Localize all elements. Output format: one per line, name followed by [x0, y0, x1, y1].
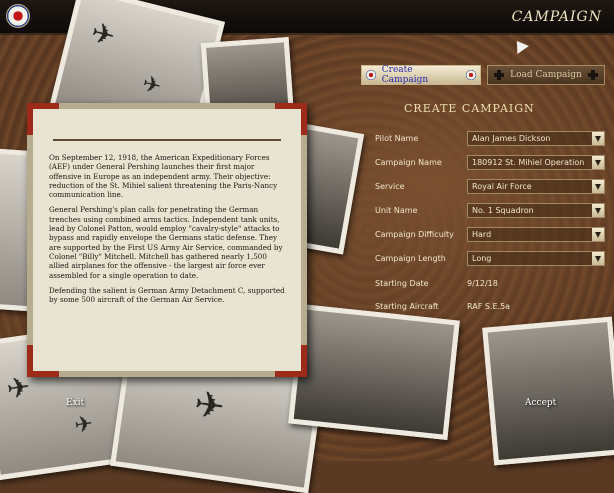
- load-campaign-label: Load Campaign: [510, 70, 582, 80]
- briefing-paragraph: Defending the salient is German Army Det…: [49, 285, 285, 305]
- campaign-length-label: Campaign Length: [375, 254, 446, 263]
- starting-aircraft-value: RAF S.E.5a: [467, 302, 511, 311]
- roundel-icon: [466, 70, 476, 80]
- campaign-difficulty-value: Hard: [472, 230, 492, 239]
- exit-button[interactable]: Exit: [66, 398, 84, 408]
- dropdown-arrow-icon[interactable]: [592, 204, 604, 217]
- campaign-name-label: Campaign Name: [375, 158, 442, 167]
- campaign-difficulty-select[interactable]: Hard: [467, 227, 605, 242]
- dropdown-arrow-icon[interactable]: [592, 228, 604, 241]
- photo-group: [288, 303, 460, 441]
- dropdown-arrow-icon[interactable]: [592, 180, 604, 193]
- campaign-length-value: Long: [472, 254, 492, 263]
- dropdown-arrow-icon[interactable]: [592, 156, 604, 169]
- biplane-icon: ✈: [191, 383, 228, 429]
- unit-name-label: Unit Name: [375, 206, 418, 215]
- unit-name-value: No. 1 Squadron: [472, 206, 534, 215]
- briefing-text: On September 12, 1918, the American Expe…: [49, 153, 289, 310]
- campaign-length-select[interactable]: Long: [467, 251, 605, 266]
- raf-roundel-icon[interactable]: [6, 4, 30, 28]
- campaign-difficulty-label: Campaign Difficulty: [375, 230, 454, 239]
- unit-name-select[interactable]: No. 1 Squadron: [467, 203, 605, 218]
- briefing-panel: On September 12, 1918, the American Expe…: [27, 103, 307, 377]
- service-select[interactable]: Royal Air Force: [467, 179, 605, 194]
- iron-cross-icon: [494, 70, 505, 80]
- form-heading: CREATE CAMPAIGN: [404, 102, 535, 115]
- roundel-icon: [366, 70, 376, 80]
- load-campaign-button[interactable]: Load Campaign: [487, 65, 605, 85]
- create-campaign-button[interactable]: Create Campaign: [361, 65, 481, 85]
- pilot-name-label: Pilot Name: [375, 134, 419, 143]
- accept-button[interactable]: Accept: [525, 398, 556, 408]
- dropdown-arrow-icon[interactable]: [592, 252, 604, 265]
- campaign-name-field[interactable]: 180912 St. Mihiel Operation: [467, 155, 605, 170]
- service-value: Royal Air Force: [472, 182, 532, 191]
- campaign-name-value: 180912 St. Mihiel Operation: [472, 158, 585, 167]
- create-campaign-label: Create Campaign: [381, 65, 429, 85]
- starting-date-label: Starting Date: [375, 279, 429, 288]
- window-title: CAMPAIGN: [511, 9, 602, 25]
- iron-cross-icon: [587, 70, 598, 80]
- starting-date-value: 9/12/18: [467, 279, 498, 288]
- biplane-icon: ✈: [73, 411, 95, 439]
- dropdown-arrow-icon[interactable]: [592, 132, 604, 145]
- service-label: Service: [375, 182, 405, 191]
- pilot-name-value: Alan James Dickson: [472, 134, 551, 143]
- pilot-name-field[interactable]: Alan James Dickson: [467, 131, 605, 146]
- starting-aircraft-label: Starting Aircraft: [375, 302, 439, 311]
- photo-soldier: [482, 316, 614, 466]
- briefing-divider: [53, 139, 281, 141]
- briefing-paragraph: General Pershing's plan calls for penetr…: [49, 205, 283, 280]
- briefing-paragraph: On September 12, 1918, the American Expe…: [49, 153, 278, 200]
